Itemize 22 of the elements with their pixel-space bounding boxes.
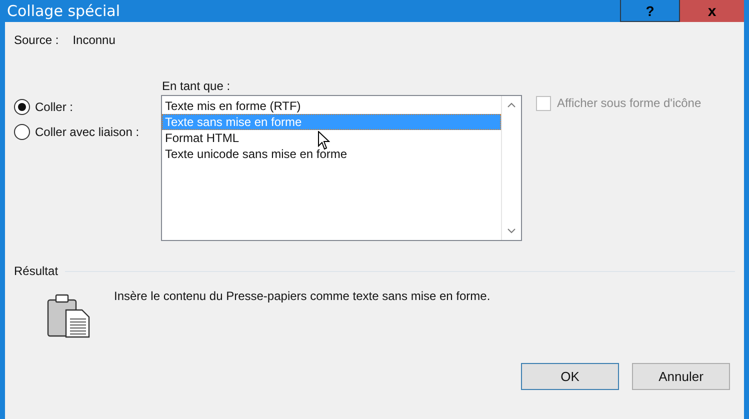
result-description: Insère le contenu du Presse-papiers comme texte sans mise en forme. (114, 289, 490, 303)
list-item[interactable]: Texte mis en forme (RTF) (162, 98, 501, 114)
source-value: Inconnu (72, 33, 116, 47)
list-item[interactable]: Texte unicode sans mise en forme (162, 146, 501, 162)
dialog-button[interactable]: Annuler (632, 363, 730, 390)
radio-button[interactable] (14, 124, 30, 140)
format-list[interactable]: Texte mis en forme (RTF) Texte sans mise en forme Format HTML Texte unicode sans mise en forme (161, 95, 522, 241)
result-heading: Résultat (14, 264, 58, 278)
radio-option[interactable]: Coller : (14, 99, 161, 115)
window-title: Collage spécial (7, 2, 120, 20)
mouse-pointer-icon (318, 131, 330, 150)
source-label: Source : (14, 33, 59, 47)
close-button[interactable]: x (680, 0, 744, 22)
scroll-down-icon[interactable] (507, 228, 516, 234)
dialog-button[interactable]: OK (521, 363, 619, 390)
clipboard-icon (46, 293, 92, 339)
radio-option[interactable]: Coller avec liaison : (14, 124, 161, 140)
help-button[interactable]: ? (620, 0, 680, 22)
list-label: En tant que : (162, 79, 232, 93)
radio-button[interactable] (14, 99, 30, 115)
scroll-up-icon[interactable] (507, 102, 516, 108)
list-item[interactable]: Format HTML (162, 130, 501, 146)
